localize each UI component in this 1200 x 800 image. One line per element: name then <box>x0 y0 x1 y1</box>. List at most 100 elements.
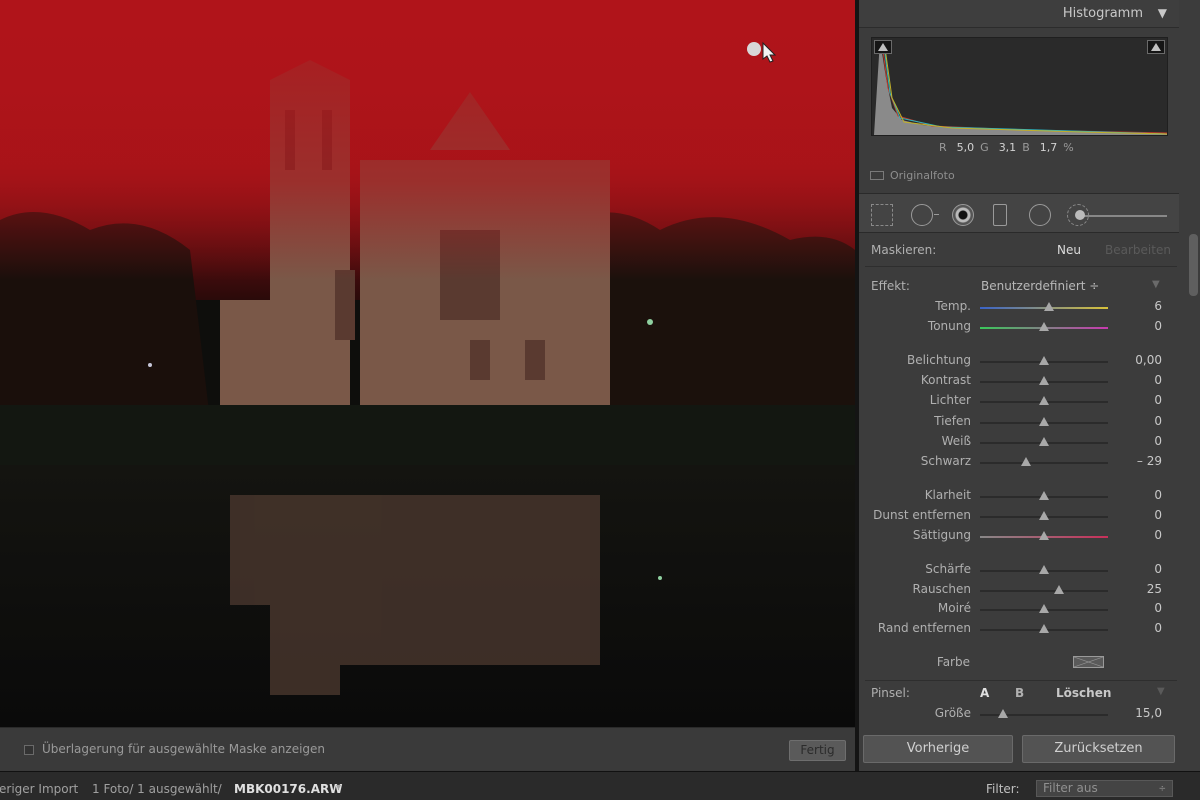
slider-value[interactable]: 0 <box>1154 319 1162 333</box>
histogram-title: Histogramm <box>1062 6 1143 21</box>
slider-klarheit[interactable]: Klarheit 0 <box>859 488 1179 506</box>
slider-value[interactable]: 0 <box>1154 434 1162 448</box>
done-button[interactable]: Fertig <box>789 740 846 761</box>
slider-value[interactable]: 0 <box>1154 373 1162 387</box>
slider-label: Dunst entfernen <box>873 508 971 522</box>
spot-removal-icon[interactable] <box>911 204 939 226</box>
slider-weiß[interactable]: Weiß 0 <box>859 434 1179 452</box>
b-label: B <box>1022 141 1030 154</box>
slider-knob[interactable] <box>1039 531 1049 540</box>
original-photo-label: Originalfoto <box>890 169 955 182</box>
brush-clear-button[interactable]: Löschen <box>1056 686 1111 700</box>
photo-image <box>0 0 855 727</box>
slider-value[interactable]: 6 <box>1154 299 1162 313</box>
mask-new-button[interactable]: Neu <box>1057 243 1081 257</box>
slider-knob[interactable] <box>1039 604 1049 613</box>
brush-size-slider[interactable]: Größe 15,0 <box>859 706 1179 724</box>
slider-knob[interactable] <box>1021 457 1032 466</box>
slider-knob[interactable] <box>998 709 1009 718</box>
g-label: G <box>980 141 989 154</box>
slider-label: Rand entfernen <box>877 621 971 635</box>
filter-value: Filter aus <box>1043 781 1098 795</box>
effect-preset-select[interactable]: Benutzerdefiniert ÷ <box>981 279 1099 293</box>
slider-value[interactable]: 25 <box>1147 582 1162 596</box>
filename[interactable]: MBK00176.ARW <box>234 782 342 796</box>
color-label: Farbe <box>936 655 970 669</box>
slider-moir-[interactable]: Moiré 0 <box>859 601 1179 619</box>
slider-value[interactable]: 0 <box>1154 528 1162 542</box>
photo-toolbar: Überlagerung für ausgewählte Maske anzei… <box>0 727 855 771</box>
slider-temp-[interactable]: Temp. 6 <box>859 299 1179 317</box>
crop-icon[interactable] <box>871 204 893 226</box>
slider-knob[interactable] <box>1039 491 1049 500</box>
original-photo-checkbox[interactable] <box>870 171 884 180</box>
tool-slider-knob[interactable] <box>1075 210 1085 220</box>
radial-filter-icon[interactable] <box>1029 204 1051 226</box>
slider-track[interactable] <box>980 590 1108 592</box>
slider-value[interactable]: 0,00 <box>1135 353 1162 367</box>
slider-value[interactable]: – 29 <box>1137 454 1162 468</box>
brush-disclosure-icon[interactable]: ▼ <box>1157 686 1165 697</box>
slider-value[interactable]: 0 <box>1154 508 1162 522</box>
graduated-filter-icon[interactable] <box>993 204 1007 226</box>
slider-schwarz[interactable]: Schwarz – 29 <box>859 454 1179 472</box>
slider-kontrast[interactable]: Kontrast 0 <box>859 373 1179 391</box>
slider-rauschen[interactable]: Rauschen 25 <box>859 582 1179 600</box>
brush-b-button[interactable]: B <box>1015 686 1024 700</box>
previous-button[interactable]: Vorherige <box>863 735 1013 763</box>
slider-knob[interactable] <box>1039 376 1049 385</box>
source-label[interactable]: eriger Import <box>0 782 78 796</box>
slider-sättigung[interactable]: Sättigung 0 <box>859 528 1179 546</box>
effect-disclosure-icon[interactable]: ▼ <box>1152 279 1160 290</box>
filter-select[interactable]: Filter aus ÷ <box>1036 780 1173 797</box>
panel-scrollbar[interactable] <box>1189 234 1198 296</box>
slider-label: Sättigung <box>912 528 971 542</box>
shadow-clipping-icon[interactable] <box>874 40 892 54</box>
slider-knob[interactable] <box>1039 511 1049 520</box>
slider-knob[interactable] <box>1039 322 1049 331</box>
histogram-header[interactable]: Histogramm ▼ <box>859 0 1179 28</box>
photo-canvas[interactable] <box>0 0 855 727</box>
highlight-clipping-icon[interactable] <box>1147 40 1165 54</box>
slider-track[interactable] <box>980 462 1108 464</box>
color-swatch[interactable] <box>1073 656 1104 668</box>
divider <box>865 680 1177 681</box>
slider-value[interactable]: 0 <box>1154 621 1162 635</box>
slider-schärfe[interactable]: Schärfe 0 <box>859 562 1179 580</box>
reset-button[interactable]: Zurücksetzen <box>1022 735 1175 763</box>
selection-count: 1 Foto/ 1 ausgewählt/ <box>92 782 222 796</box>
collapse-icon[interactable]: ▼ <box>1158 6 1167 20</box>
slider-value[interactable]: 0 <box>1154 414 1162 428</box>
mask-edit-button[interactable]: Bearbeiten <box>1105 243 1171 257</box>
red-eye-icon[interactable] <box>952 204 974 226</box>
slider-value[interactable]: 15,0 <box>1135 706 1162 720</box>
slider-label: Schärfe <box>925 562 971 576</box>
slider-knob[interactable] <box>1039 565 1049 574</box>
slider-knob[interactable] <box>1039 396 1049 405</box>
overlay-checkbox[interactable] <box>24 745 34 755</box>
slider-label: Klarheit <box>924 488 971 502</box>
brush-label: Pinsel: <box>871 686 910 700</box>
slider-value[interactable]: 0 <box>1154 601 1162 615</box>
slider-tonung[interactable]: Tonung 0 <box>859 319 1179 337</box>
brush-a-button[interactable]: A <box>980 686 989 700</box>
slider-knob[interactable] <box>1044 302 1055 311</box>
slider-knob[interactable] <box>1039 624 1049 633</box>
slider-lichter[interactable]: Lichter 0 <box>859 393 1179 411</box>
slider-value[interactable]: 0 <box>1154 562 1162 576</box>
slider-tiefen[interactable]: Tiefen 0 <box>859 414 1179 432</box>
slider-knob[interactable] <box>1054 585 1065 594</box>
slider-knob[interactable] <box>1039 417 1049 426</box>
slider-knob[interactable] <box>1039 356 1049 365</box>
slider-rand-entfernen[interactable]: Rand entfernen 0 <box>859 621 1179 639</box>
tool-slider-track[interactable] <box>1079 215 1167 217</box>
slider-dunst-entfernen[interactable]: Dunst entfernen 0 <box>859 508 1179 526</box>
slider-label: Schwarz <box>920 454 971 468</box>
histogram-graph <box>874 40 1168 135</box>
filename-menu-icon[interactable]: ▾ <box>336 782 341 793</box>
slider-value[interactable]: 0 <box>1154 488 1162 502</box>
develop-panel: Histogramm ▼ R 5,0 G 3,1 B 1,7% Originalfoto … <box>859 0 1200 771</box>
slider-value[interactable]: 0 <box>1154 393 1162 407</box>
slider-knob[interactable] <box>1039 437 1049 446</box>
slider-belichtung[interactable]: Belichtung 0,00 <box>859 353 1179 371</box>
